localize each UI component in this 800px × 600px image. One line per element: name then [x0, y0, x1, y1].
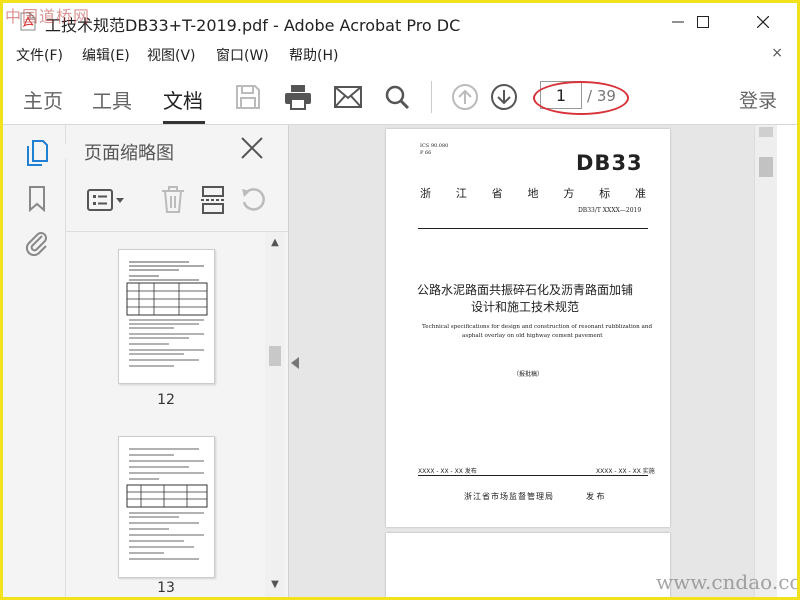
thumbnail-toolbar	[66, 171, 288, 232]
document-scrollbar[interactable]	[754, 125, 777, 597]
menu-bar: 文件(F) 编辑(E) 视图(V) 窗口(W) 帮助(H) ×	[3, 41, 797, 67]
collapse-panel-icon[interactable]	[291, 357, 299, 369]
document-scroll-thumb[interactable]	[759, 157, 773, 177]
english-title-line2: asphalt overlay on old highway cement pa…	[462, 333, 603, 339]
attachments-button[interactable]	[23, 229, 51, 257]
province-label: 浙 江 省 地 方 标 准	[420, 185, 646, 201]
bookmark-icon	[29, 186, 45, 212]
menu-edit[interactable]: 编辑(E)	[82, 45, 130, 65]
thumbnail-list: 12 13	[66, 232, 266, 597]
arrow-down-circle-icon	[491, 84, 517, 110]
thumbnail-scrollbar[interactable]: ▲ ▼	[265, 232, 285, 597]
province-char: 标	[599, 187, 611, 200]
rotate-page-button[interactable]	[238, 185, 268, 215]
page-total: / 39	[587, 87, 616, 105]
arrow-up-circle-icon	[452, 84, 478, 110]
print-button[interactable]	[282, 81, 314, 113]
options-menu-icon	[87, 189, 124, 211]
panel-title: 页面缩略图	[84, 143, 174, 164]
close-document-button[interactable]: ×	[771, 45, 783, 61]
province-char: 地	[527, 187, 539, 200]
bookmarks-button[interactable]	[23, 185, 51, 213]
ics-code: ICS 90.080	[420, 143, 449, 149]
extract-pages-button[interactable]	[198, 185, 228, 215]
main-toolbar: 主页 工具 文档 1 / 39 登录	[3, 69, 797, 125]
footer-rule	[418, 475, 648, 476]
issuer: 浙江省市场监督管理局	[464, 492, 554, 501]
province-char: 方	[563, 187, 575, 200]
close-window-button[interactable]	[743, 7, 783, 37]
watermark-bottom-right: www.cndao.com	[656, 570, 797, 594]
close-panel-icon[interactable]	[239, 135, 265, 161]
thumbnail-label-12: 12	[157, 392, 175, 408]
app-window: 工技术规范DB33+T-2019.pdf - Adobe Acrobat Pro…	[0, 0, 800, 600]
document-title-line1: 公路水泥路面共振碎石化及沥青路面加铺	[417, 283, 634, 297]
tab-home[interactable]: 主页	[23, 85, 63, 114]
thumbnail-page-13[interactable]	[118, 436, 215, 578]
maximize-button[interactable]	[683, 7, 723, 37]
email-button[interactable]	[332, 81, 364, 113]
sign-in-button[interactable]: 登录	[739, 86, 777, 113]
toolbar-separator	[431, 81, 432, 113]
print-icon	[285, 85, 311, 110]
menu-file[interactable]: 文件(F)	[16, 45, 63, 65]
pages-icon	[27, 140, 48, 166]
menu-view[interactable]: 视图(V)	[147, 45, 196, 65]
title-bar: 工技术规范DB33+T-2019.pdf - Adobe Acrobat Pro…	[3, 3, 797, 41]
page-thumbnails-button[interactable]	[23, 139, 51, 167]
thumbnail-scroll-thumb[interactable]	[269, 346, 281, 366]
province-char: 准	[634, 187, 646, 200]
thumbnail-page-content	[126, 261, 208, 367]
watermark-top-left: 中国道桥网	[5, 7, 91, 26]
save-icon	[236, 85, 260, 109]
pdf-page-1: ICS 90.080 P 66 DB33 浙 江 省 地 方 标 准 DB33/…	[386, 129, 670, 527]
next-page-button[interactable]	[488, 81, 520, 113]
search-button[interactable]	[381, 81, 413, 113]
tab-document[interactable]: 文档	[163, 85, 203, 114]
mail-icon	[334, 86, 362, 108]
pdf-page-2	[386, 533, 670, 597]
thumbnail-label-13: 13	[157, 580, 175, 596]
draft-label: （报批稿）	[513, 371, 544, 378]
search-icon	[385, 85, 410, 110]
english-title-line1: Technical specifications for design and …	[422, 324, 653, 330]
page-number-input[interactable]: 1	[540, 81, 582, 109]
navigation-rail	[3, 125, 66, 597]
paperclip-icon	[25, 232, 47, 256]
province-char: 浙	[420, 187, 431, 200]
issuer-action: 发 布	[586, 492, 605, 501]
province-char: 省	[491, 187, 503, 200]
header-rule	[418, 228, 648, 229]
delete-pages-button[interactable]	[158, 185, 188, 215]
trash-icon	[162, 186, 184, 213]
p-code: P 66	[420, 150, 432, 156]
save-button[interactable]	[232, 81, 264, 113]
menu-window[interactable]: 窗口(W)	[216, 45, 269, 65]
maximize-icon	[697, 16, 709, 28]
document-title-line2: 设计和施工技术规范	[471, 300, 580, 314]
province-char: 江	[455, 187, 467, 200]
thumbnail-page-content	[126, 448, 208, 560]
window-title: 工技术规范DB33+T-2019.pdf - Adobe Acrobat Pro…	[45, 16, 461, 35]
thumbnails-panel: 页面缩略图 12 13 ▲ ▼	[58, 125, 289, 597]
publish-date: XXXX - XX - XX 发布	[418, 468, 477, 475]
panel-pointer	[58, 143, 66, 159]
thumbnail-page-12[interactable]	[118, 249, 215, 384]
scroll-up-icon[interactable]: ▲	[269, 238, 281, 248]
extract-pages-icon	[201, 186, 225, 214]
rotate-icon	[242, 188, 265, 211]
menu-help[interactable]: 帮助(H)	[289, 45, 338, 65]
document-view: ICS 90.080 P 66 DB33 浙 江 省 地 方 标 准 DB33/…	[289, 125, 754, 597]
implement-date: XXXX - XX - XX 实施	[596, 468, 655, 475]
active-tab-indicator	[163, 121, 205, 124]
standard-code: DB33	[576, 151, 643, 175]
close-icon	[757, 16, 769, 28]
scroll-down-icon[interactable]: ▼	[269, 580, 281, 590]
previous-page-button[interactable]	[449, 81, 481, 113]
scrollbar-top-button[interactable]	[759, 127, 773, 137]
thumbnail-options-button[interactable]	[86, 185, 126, 215]
tab-tools[interactable]: 工具	[92, 85, 132, 114]
standard-number: DB33/T XXXX—2019	[578, 207, 642, 214]
